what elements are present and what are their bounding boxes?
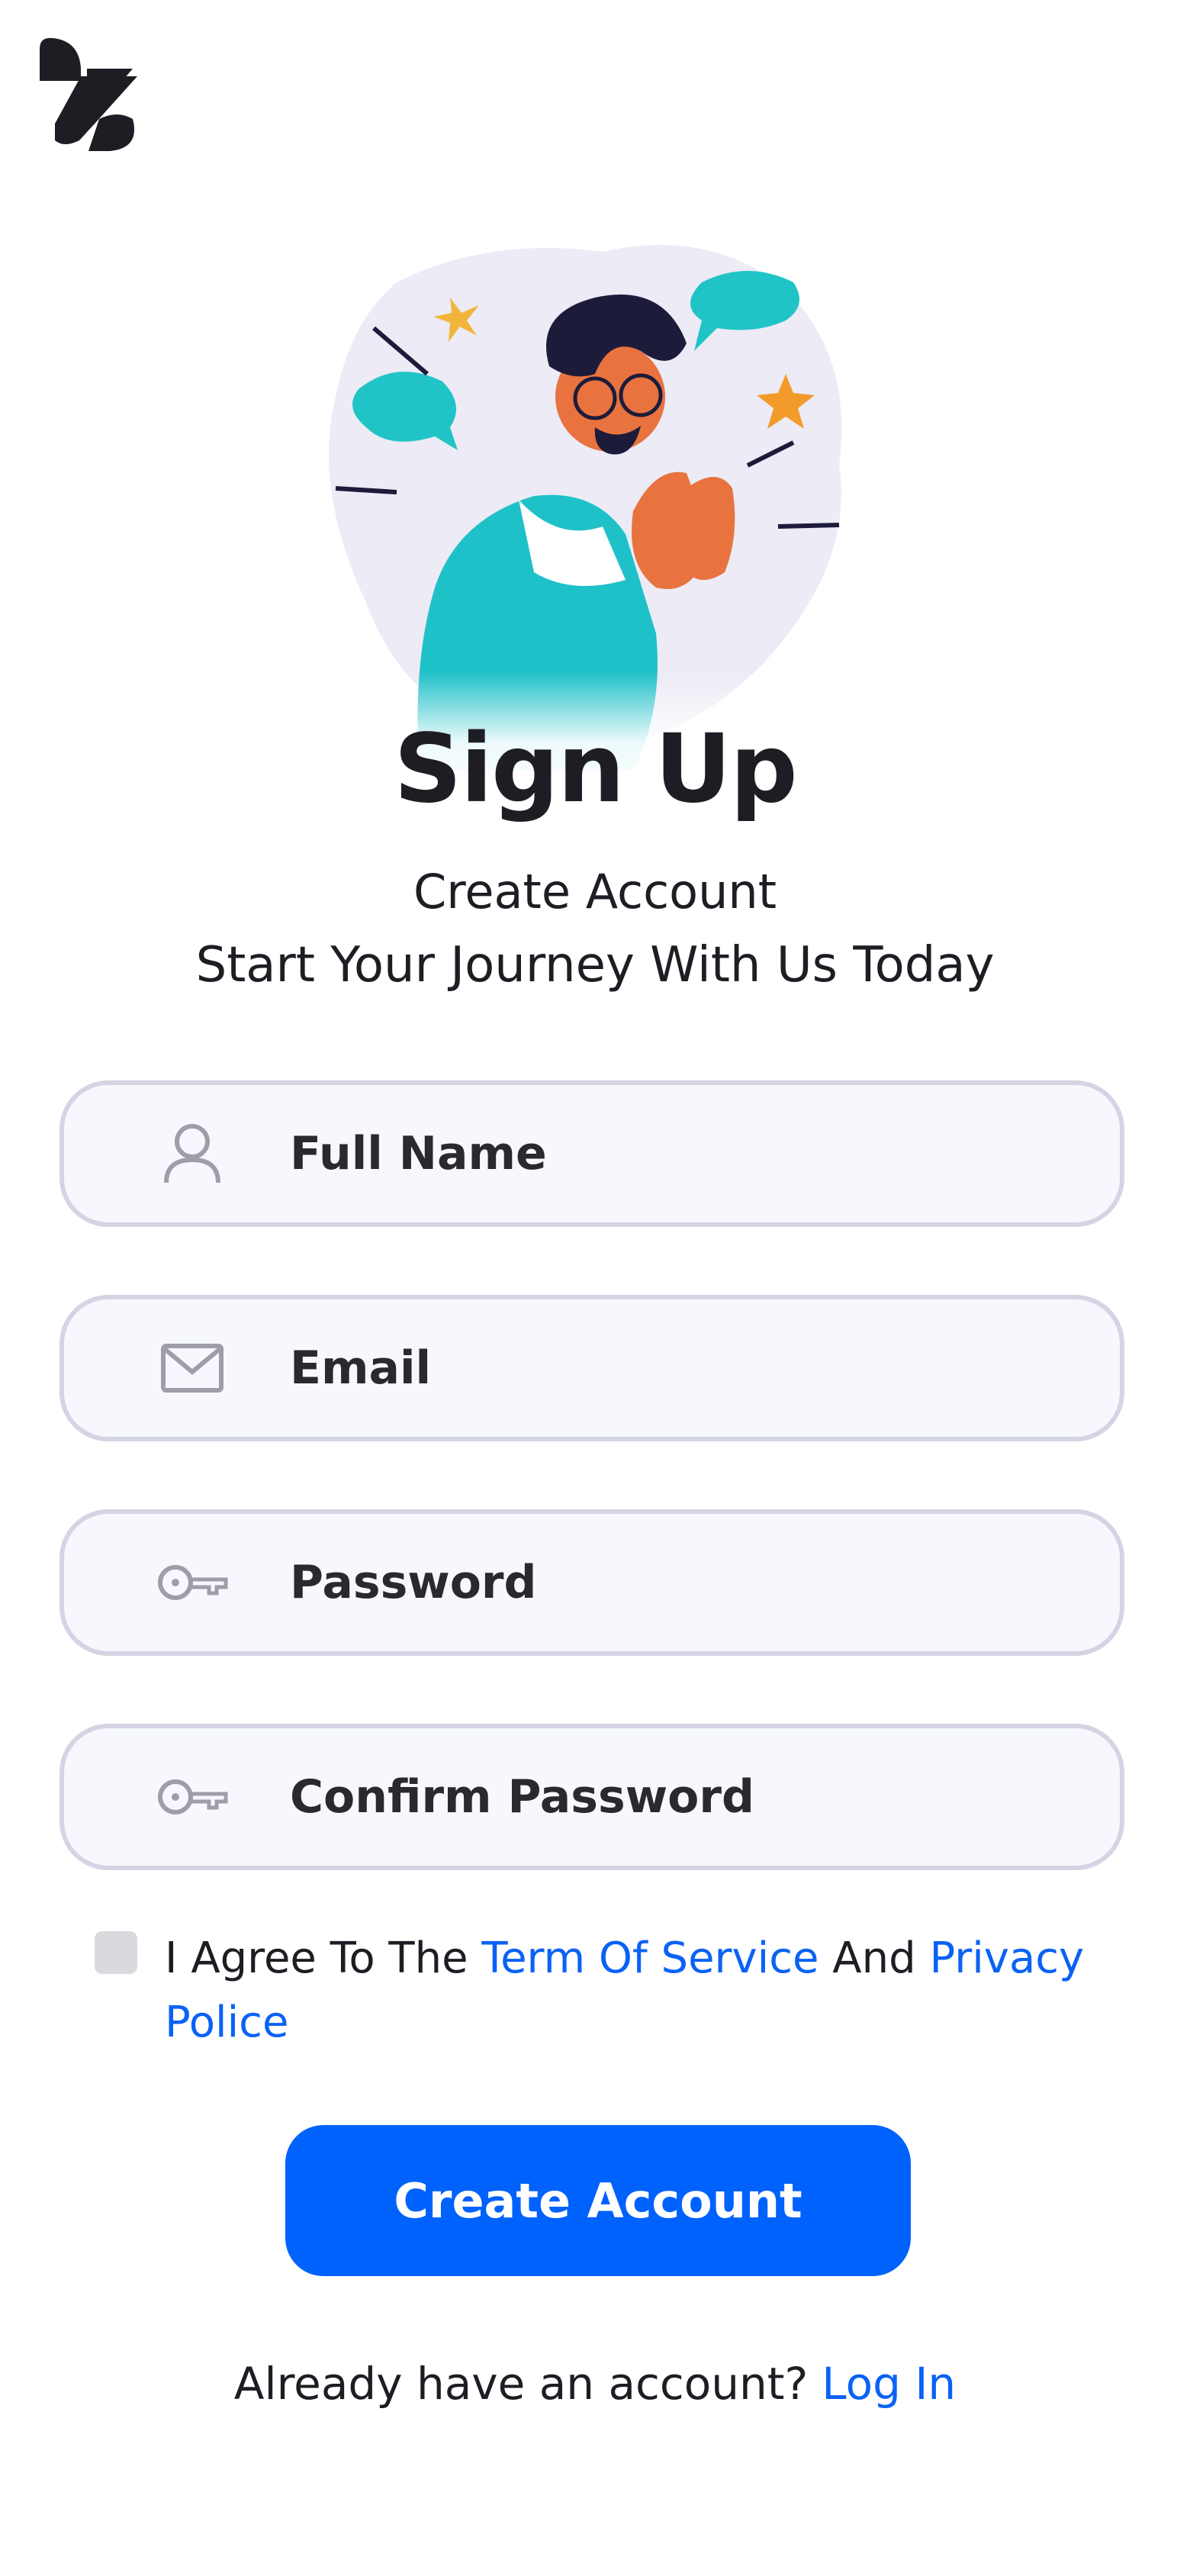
page-subtitle: Create Account (413, 864, 777, 919)
page-title: Sign Up (394, 714, 797, 824)
full-name-input[interactable] (290, 1127, 1091, 1180)
confirm-password-input[interactable] (290, 1770, 1091, 1824)
brand-logo-icon (34, 34, 143, 156)
login-prompt-text: Already have an account? (233, 2358, 809, 2410)
terms-prefix: I Agree To The (165, 1934, 482, 1983)
user-icon (156, 1117, 229, 1190)
password-input[interactable] (290, 1556, 1091, 1609)
terms-agreement: I Agree To The Term Of Service And Priva… (95, 1927, 1102, 2055)
login-link[interactable]: Log In (822, 2358, 956, 2410)
terms-middle: And (819, 1934, 930, 1983)
email-input[interactable] (290, 1341, 1091, 1395)
email-field[interactable] (60, 1295, 1124, 1441)
terms-text: I Agree To The Term Of Service And Priva… (165, 1927, 1102, 2055)
mail-icon (156, 1331, 229, 1405)
key-icon (156, 1546, 229, 1619)
terms-checkbox[interactable] (95, 1931, 137, 1974)
full-name-field[interactable] (60, 1080, 1124, 1227)
terms-of-service-link[interactable]: Term Of Service (481, 1934, 819, 1983)
create-account-button[interactable]: Create Account (285, 2125, 911, 2276)
page-tagline: Start Your Journey With Us Today (195, 937, 995, 993)
key-icon (156, 1760, 229, 1834)
password-field[interactable] (60, 1509, 1124, 1656)
login-prompt: Already have an account? Log In (0, 2358, 1190, 2410)
confirm-password-field[interactable] (60, 1724, 1124, 1870)
